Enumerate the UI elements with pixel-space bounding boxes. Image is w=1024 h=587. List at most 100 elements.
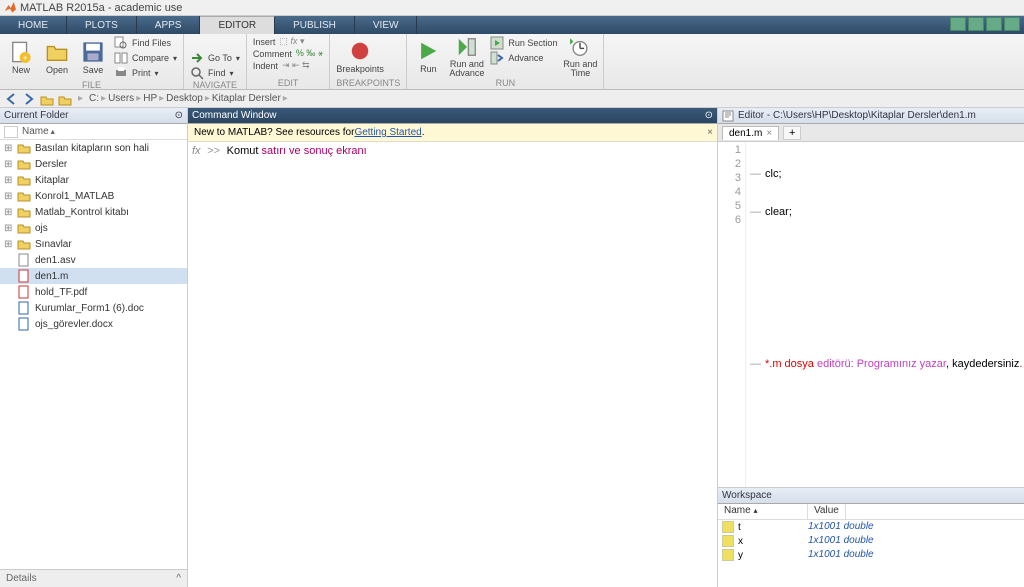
quick-access <box>950 17 1020 31</box>
run-time-button[interactable]: Run and Time <box>563 36 597 78</box>
open-button[interactable]: Open <box>42 36 72 80</box>
folder-icon <box>17 221 31 235</box>
run-time-icon <box>569 36 591 58</box>
compare-button[interactable]: Compare ▾ <box>114 51 177 65</box>
new-icon: + <box>10 41 32 63</box>
find-button[interactable]: Find ▾ <box>190 66 240 80</box>
tab-close-icon[interactable]: × <box>766 128 772 139</box>
new-button[interactable]: +New <box>6 36 36 80</box>
advance-button[interactable]: Advance <box>490 51 557 65</box>
folder-icon <box>17 157 31 171</box>
pdf-icon <box>17 285 31 299</box>
goto-button[interactable]: Go To ▾ <box>190 51 240 65</box>
editor-body[interactable]: 123456 —clc; —clear; —*.m dosya editörü:… <box>718 142 1024 487</box>
file-list-item[interactable]: hold_TF.pdf <box>0 284 187 300</box>
editor-tab[interactable]: den1.m × <box>722 126 779 140</box>
main-area: Current Folder ⊙ Name▴ ⊞Basılan kitaplar… <box>0 108 1024 587</box>
current-folder-panel: Current Folder ⊙ Name▴ ⊞Basılan kitaplar… <box>0 108 188 587</box>
file-list-item[interactable]: ⊞Basılan kitapların son hali <box>0 140 187 156</box>
file-name: hold_TF.pdf <box>35 287 87 298</box>
code-area[interactable]: —clc; —clear; —*.m dosya editörü: Progra… <box>746 142 1024 487</box>
tab-plots[interactable]: PLOTS <box>67 16 137 34</box>
breakpoints-button[interactable]: Breakpoints <box>336 36 384 78</box>
workspace-row[interactable]: t1x1001 double <box>718 520 1024 534</box>
run-advance-icon <box>456 36 478 58</box>
command-window-body[interactable]: fx >> Komut satırı ve sonuç ekranı <box>188 142 717 587</box>
run-section-button[interactable]: Run Section <box>490 36 557 50</box>
tree-toggle-icon[interactable]: ⊞ <box>4 223 13 234</box>
tab-publish[interactable]: PUBLISH <box>275 16 355 34</box>
tree-toggle-icon[interactable]: ⊞ <box>4 191 13 202</box>
file-list-item[interactable]: ojs_görevler.docx <box>0 316 187 332</box>
tab-apps[interactable]: APPS <box>137 16 201 34</box>
tree-toggle-icon[interactable]: ⊞ <box>4 239 13 250</box>
ribbon-group-breakpoints: Breakpoints BREAKPOINTS <box>330 34 407 89</box>
path-sep[interactable]: ▸ <box>159 93 164 104</box>
advance-icon <box>490 51 504 65</box>
details-panel-header[interactable]: Details ^ <box>0 569 187 587</box>
qat-button[interactable] <box>986 17 1002 31</box>
tab-editor[interactable]: EDITOR <box>200 16 275 34</box>
workspace-row[interactable]: x1x1001 double <box>718 534 1024 548</box>
file-list-item[interactable]: den1.asv <box>0 252 187 268</box>
folder-icon <box>17 237 31 251</box>
file-list-item[interactable]: ⊞Dersler <box>0 156 187 172</box>
file-list-item[interactable]: ⊞Konrol1_MATLAB <box>0 188 187 204</box>
nav-back-icon[interactable] <box>4 92 18 106</box>
tree-toggle-icon[interactable]: ⊞ <box>4 207 13 218</box>
folder-browse-icon[interactable] <box>58 92 72 106</box>
tab-home[interactable]: HOME <box>0 16 67 34</box>
qat-button[interactable] <box>950 17 966 31</box>
qat-button[interactable] <box>1004 17 1020 31</box>
tab-view[interactable]: VIEW <box>355 16 418 34</box>
path-segment[interactable]: Users <box>108 93 134 104</box>
path-segment[interactable]: C: <box>89 93 99 104</box>
qat-button[interactable] <box>968 17 984 31</box>
panel-menu-icon[interactable]: ⊙ <box>705 110 713 121</box>
insert-button[interactable]: Insert ⬚ fx ▾ <box>253 36 323 47</box>
file-list-item[interactable]: ⊞Matlab_Kontrol kitabı <box>0 204 187 220</box>
path-segment[interactable]: HP <box>143 93 157 104</box>
workspace-row[interactable]: y1x1001 double <box>718 548 1024 562</box>
tree-toggle-icon[interactable]: ⊞ <box>4 143 13 154</box>
compare-icon <box>114 51 128 65</box>
banner-close-icon[interactable]: × <box>707 127 713 138</box>
path-segment[interactable]: Desktop <box>166 93 203 104</box>
comment-button[interactable]: Comment % ‰ ⚹ <box>253 48 323 59</box>
workspace-header[interactable]: Name ▴ Value <box>718 504 1024 520</box>
new-tab-button[interactable]: + <box>783 126 801 140</box>
tree-toggle-icon[interactable]: ⊞ <box>4 175 13 186</box>
variable-value: 1x1001 double <box>808 549 874 561</box>
file-list-item[interactable]: ⊞Kitaplar <box>0 172 187 188</box>
run-advance-button[interactable]: Run and Advance <box>449 36 484 78</box>
matlab-logo-icon <box>4 2 16 14</box>
print-button[interactable]: Print ▾ <box>114 66 177 80</box>
run-button[interactable]: Run <box>413 36 443 78</box>
file-list[interactable]: ⊞Basılan kitapların son hali⊞Dersler⊞Kit… <box>0 140 187 569</box>
find-files-button[interactable]: Find Files <box>114 36 177 50</box>
workspace-body[interactable]: t1x1001 doublex1x1001 doubley1x1001 doub… <box>718 520 1024 587</box>
getting-started-link[interactable]: Getting Started <box>354 127 421 138</box>
folder-up-icon[interactable] <box>40 92 54 106</box>
file-list-item[interactable]: Kurumlar_Form1 (6).doc <box>0 300 187 316</box>
expand-icon[interactable]: ^ <box>176 573 181 584</box>
nav-fwd-icon[interactable] <box>22 92 36 106</box>
file-list-item[interactable]: den1.m <box>0 268 187 284</box>
file-list-item[interactable]: ⊞Sınavlar <box>0 236 187 252</box>
editor-icon <box>722 110 734 122</box>
file-name: den1.m <box>35 271 68 282</box>
save-button[interactable]: Save <box>78 36 108 80</box>
tree-toggle-icon[interactable]: ⊞ <box>4 159 13 170</box>
path-sep[interactable]: ▸ <box>136 93 141 104</box>
indent-button[interactable]: Indent ⇥ ⇤ ⇆ <box>253 60 323 71</box>
panel-menu-icon[interactable]: ⊙ <box>175 110 183 121</box>
ribbon-group-navigate: Go To ▾ Find ▾ NAVIGATE <box>184 34 247 89</box>
path-sep[interactable]: ▸ <box>101 93 106 104</box>
path-sep[interactable]: ▸ <box>283 93 288 104</box>
current-folder-header[interactable]: Name▴ <box>0 124 187 140</box>
file-list-item[interactable]: ⊞ojs <box>0 220 187 236</box>
variable-icon <box>722 521 734 533</box>
fx-icon[interactable]: fx <box>192 145 201 157</box>
path-segment[interactable]: Kitaplar Dersler <box>212 93 281 104</box>
path-sep[interactable]: ▸ <box>205 93 210 104</box>
